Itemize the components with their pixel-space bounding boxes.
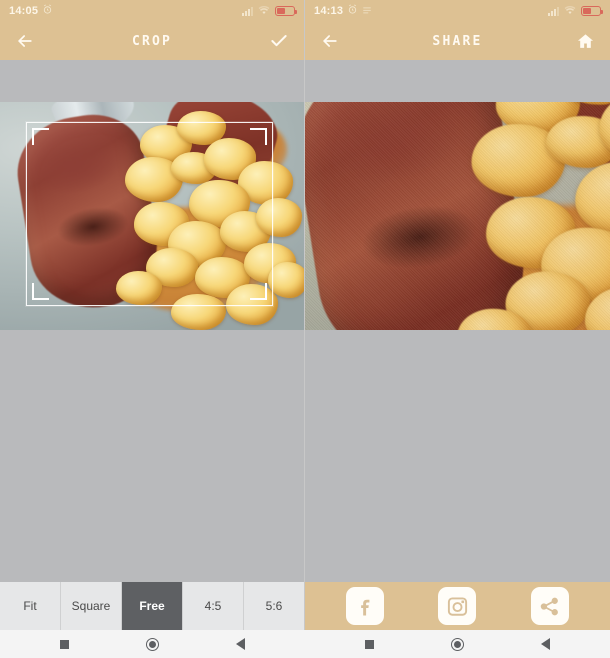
status-bar-right: 14:13 xyxy=(305,0,610,22)
notification-icon xyxy=(362,2,372,20)
app-screenshot: 14:05 CROP Fit Square Free 4:5 5:6 14:13… xyxy=(0,0,610,658)
status-bar-left: 14:05 xyxy=(0,0,304,22)
share-buttons-row xyxy=(305,582,610,630)
crop-corner-handle-icon[interactable] xyxy=(32,128,49,145)
alarm-clock-icon xyxy=(347,2,358,20)
share-app-bar: SHARE xyxy=(305,22,610,60)
home-icon[interactable] xyxy=(570,26,600,56)
crop-screen-panel: 14:05 CROP Fit Square Free 4:5 5:6 xyxy=(0,0,305,630)
recents-square-icon[interactable] xyxy=(357,633,383,655)
share-icon[interactable] xyxy=(530,587,569,625)
page-title-share: SHARE xyxy=(432,33,483,49)
cellular-signal-icon xyxy=(242,6,253,16)
checkmark-icon[interactable] xyxy=(264,26,294,56)
crop-corner-handle-icon[interactable] xyxy=(32,283,49,300)
nav-group-left xyxy=(0,630,305,658)
crop-option-4-5[interactable]: 4:5 xyxy=(183,582,244,630)
crop-selection-box[interactable] xyxy=(26,122,273,306)
status-bar-right-group xyxy=(242,2,297,20)
share-screen-panel: 14:13 SHARE xyxy=(305,0,610,630)
crop-photo-area[interactable] xyxy=(0,102,304,330)
photo-top-spacer xyxy=(0,60,304,102)
crop-option-square[interactable]: Square xyxy=(61,582,122,630)
home-circle-icon[interactable] xyxy=(140,633,166,655)
crop-option-free[interactable]: Free xyxy=(122,582,183,630)
wifi-icon xyxy=(564,2,576,20)
crop-corner-handle-icon[interactable] xyxy=(250,283,267,300)
back-triangle-icon[interactable] xyxy=(533,633,559,655)
photo-top-spacer xyxy=(305,60,610,102)
workspace-backdrop-left xyxy=(0,330,304,582)
status-clock: 14:13 xyxy=(314,5,344,17)
crop-ratio-toolbar: Fit Square Free 4:5 5:6 xyxy=(0,582,304,630)
back-arrow-icon[interactable] xyxy=(10,26,40,56)
share-toolbar xyxy=(305,582,610,630)
home-circle-icon[interactable] xyxy=(445,633,471,655)
back-arrow-icon[interactable] xyxy=(315,26,345,56)
dual-panel-container: 14:05 CROP Fit Square Free 4:5 5:6 14:13… xyxy=(0,0,610,630)
result-photo xyxy=(305,102,610,330)
alarm-clock-icon xyxy=(42,2,53,20)
status-clock: 14:05 xyxy=(9,5,39,17)
facebook-icon[interactable] xyxy=(346,587,385,625)
instagram-icon[interactable] xyxy=(438,587,477,625)
crop-ratio-options: Fit Square Free 4:5 5:6 xyxy=(0,582,304,630)
crop-option-5-6[interactable]: 5:6 xyxy=(244,582,304,630)
battery-icon xyxy=(275,6,297,16)
crop-app-bar: CROP xyxy=(0,22,304,60)
page-title-crop: CROP xyxy=(131,33,173,49)
status-bar-left-group: 14:05 xyxy=(9,2,53,20)
workspace-backdrop-right xyxy=(305,330,610,582)
wifi-icon xyxy=(258,2,270,20)
crop-option-fit[interactable]: Fit xyxy=(0,582,61,630)
cellular-signal-icon xyxy=(548,6,559,16)
recents-square-icon[interactable] xyxy=(52,633,78,655)
status-bar-left-group: 14:13 xyxy=(314,2,372,20)
result-photo-area[interactable] xyxy=(305,102,610,330)
nav-group-right xyxy=(305,630,610,658)
status-bar-right-group xyxy=(548,2,603,20)
android-navigation-bar xyxy=(0,630,610,658)
crop-corner-handle-icon[interactable] xyxy=(250,128,267,145)
back-triangle-icon[interactable] xyxy=(228,633,254,655)
battery-icon xyxy=(581,6,603,16)
